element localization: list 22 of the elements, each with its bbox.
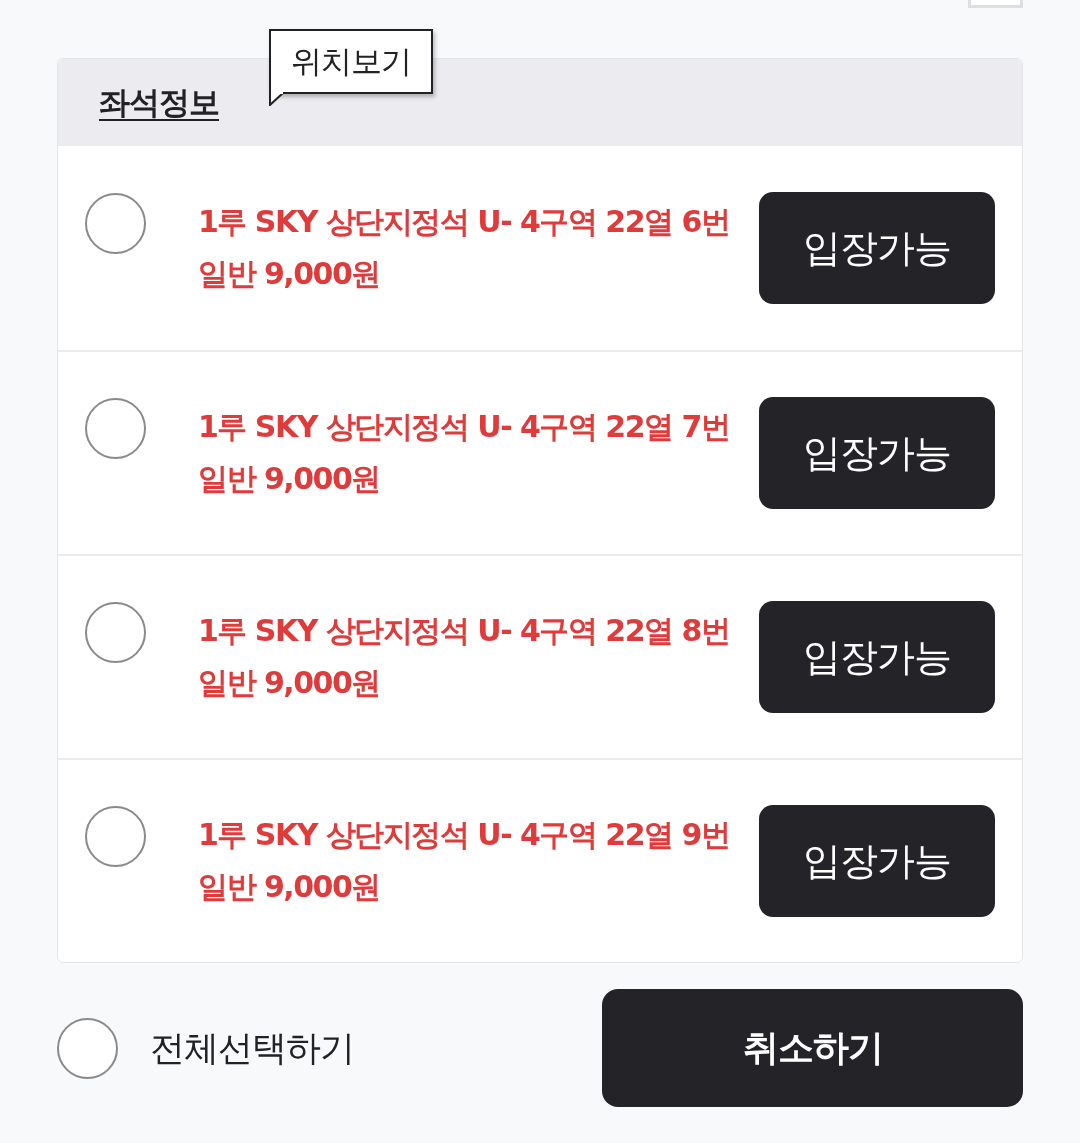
seat-info-title: 좌석정보	[99, 83, 219, 123]
seat-price: 일반 9,000원	[198, 255, 381, 293]
seat-price: 일반 9,000원	[198, 460, 381, 498]
seat-price: 일반 9,000원	[198, 664, 381, 702]
seat-location: 1루 SKY 상단지정석 U- 4구역 22열 7번	[198, 408, 730, 446]
entry-status-button[interactable]: 입장가능	[759, 805, 995, 917]
seat-location: 1루 SKY 상단지정석 U- 4구역 22열 9번	[198, 816, 730, 854]
entry-status-button[interactable]: 입장가능	[759, 601, 995, 713]
seat-radio[interactable]	[85, 193, 146, 254]
seat-location: 1루 SKY 상단지정석 U- 4구역 22열 8번	[198, 612, 730, 650]
seat-location: 1루 SKY 상단지정석 U- 4구역 22열 6번	[198, 203, 730, 241]
seat-radio[interactable]	[85, 398, 146, 459]
partial-frame	[968, 0, 1023, 8]
speech-tail-icon	[269, 92, 285, 106]
entry-status-button[interactable]: 입장가능	[759, 397, 995, 509]
location-tooltip[interactable]: 위치보기	[269, 29, 433, 94]
seat-radio[interactable]	[85, 602, 146, 663]
entry-status-button[interactable]: 입장가능	[759, 192, 995, 304]
cancel-button[interactable]: 취소하기	[602, 989, 1023, 1107]
select-all-label: 전체선택하기	[150, 1026, 354, 1070]
seat-price: 일반 9,000원	[198, 868, 381, 906]
seat-radio[interactable]	[85, 806, 146, 867]
